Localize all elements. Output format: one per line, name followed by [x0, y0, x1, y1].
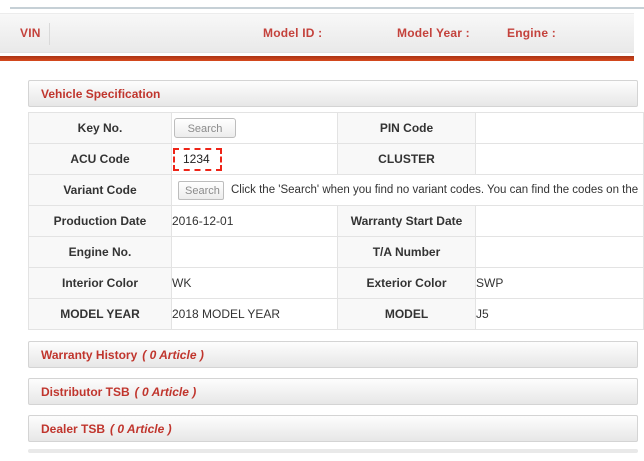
- vin-label: VIN: [20, 14, 41, 52]
- table-row-model-year: MODEL YEAR 2018 MODEL YEAR MODEL J5: [29, 299, 644, 330]
- table-row-interior-color: Interior Color WK Exterior Color SWP: [29, 268, 644, 299]
- key-no-search-button[interactable]: Search: [174, 118, 236, 138]
- section-vehicle-specification: Vehicle Specification: [28, 80, 638, 107]
- warranty-history-label: Warranty History: [41, 348, 137, 362]
- pin-code-label: PIN Code: [338, 113, 476, 144]
- cluster-value: [476, 144, 644, 175]
- acu-code-highlight: 1234: [173, 148, 222, 171]
- variant-code-search-button[interactable]: Search: [178, 181, 224, 200]
- warranty-history-count: ( 0 Article ): [142, 348, 204, 362]
- distributor-tsb-label: Distributor TSB: [41, 385, 130, 399]
- engine-label: Engine :: [507, 14, 556, 52]
- ta-number-value: [476, 237, 644, 268]
- next-section-partial-bar: [28, 449, 638, 453]
- cluster-label: CLUSTER: [338, 144, 476, 175]
- warranty-start-date-value: [476, 206, 644, 237]
- interior-color-value: WK: [172, 268, 338, 299]
- variant-code-label: Variant Code: [29, 175, 172, 206]
- production-date-label: Production Date: [29, 206, 172, 237]
- distributor-tsb-count: ( 0 Article ): [135, 385, 197, 399]
- key-no-label: Key No.: [29, 113, 172, 144]
- header-divider: [49, 23, 50, 45]
- key-no-value-cell: Search: [172, 113, 338, 144]
- engine-no-value: [172, 237, 338, 268]
- model-year-row-label: MODEL YEAR: [29, 299, 172, 330]
- variant-code-value-cell: Search Click the 'Search' when you find …: [172, 175, 644, 206]
- table-row-variant-code: Variant Code Search Click the 'Search' w…: [29, 175, 644, 206]
- vehicle-specification-title: Vehicle Specification: [41, 87, 160, 101]
- pin-code-value: [476, 113, 644, 144]
- vehicle-info-header: VIN Model ID : Model Year : Engine :: [0, 13, 634, 53]
- model-id-label: Model ID :: [263, 14, 322, 52]
- table-row-production-date: Production Date 2016-12-01 Warranty Star…: [29, 206, 644, 237]
- variant-code-note: Click the 'Search' when you find no vari…: [231, 184, 638, 196]
- section-dealer-tsb[interactable]: Dealer TSB ( 0 Article ): [28, 415, 638, 442]
- accent-rule: [0, 56, 634, 61]
- acu-code-label: ACU Code: [29, 144, 172, 175]
- ta-number-label: T/A Number: [338, 237, 476, 268]
- exterior-color-value: SWP: [476, 268, 644, 299]
- section-warranty-history[interactable]: Warranty History ( 0 Article ): [28, 341, 638, 368]
- model-label: MODEL: [338, 299, 476, 330]
- interior-color-label: Interior Color: [29, 268, 172, 299]
- exterior-color-label: Exterior Color: [338, 268, 476, 299]
- table-row-acu-code: ACU Code 1234 CLUSTER: [29, 144, 644, 175]
- acu-code-value-cell: 1234: [172, 144, 338, 175]
- table-row-key-no: Key No. Search PIN Code: [29, 113, 644, 144]
- dealer-tsb-count: ( 0 Article ): [110, 422, 172, 436]
- model-year-label: Model Year :: [397, 14, 470, 52]
- top-divider-rule: [10, 7, 644, 9]
- model-value: J5: [476, 299, 644, 330]
- production-date-value: 2016-12-01: [172, 206, 338, 237]
- dealer-tsb-label: Dealer TSB: [41, 422, 105, 436]
- section-distributor-tsb[interactable]: Distributor TSB ( 0 Article ): [28, 378, 638, 405]
- model-year-value: 2018 MODEL YEAR: [172, 299, 338, 330]
- warranty-start-date-label: Warranty Start Date: [338, 206, 476, 237]
- engine-no-label: Engine No.: [29, 237, 172, 268]
- vehicle-spec-table: Key No. Search PIN Code ACU Code 1234 CL…: [28, 112, 644, 330]
- table-row-engine-no: Engine No. T/A Number: [29, 237, 644, 268]
- main-content: Vehicle Specification Key No. Search PIN…: [28, 80, 644, 453]
